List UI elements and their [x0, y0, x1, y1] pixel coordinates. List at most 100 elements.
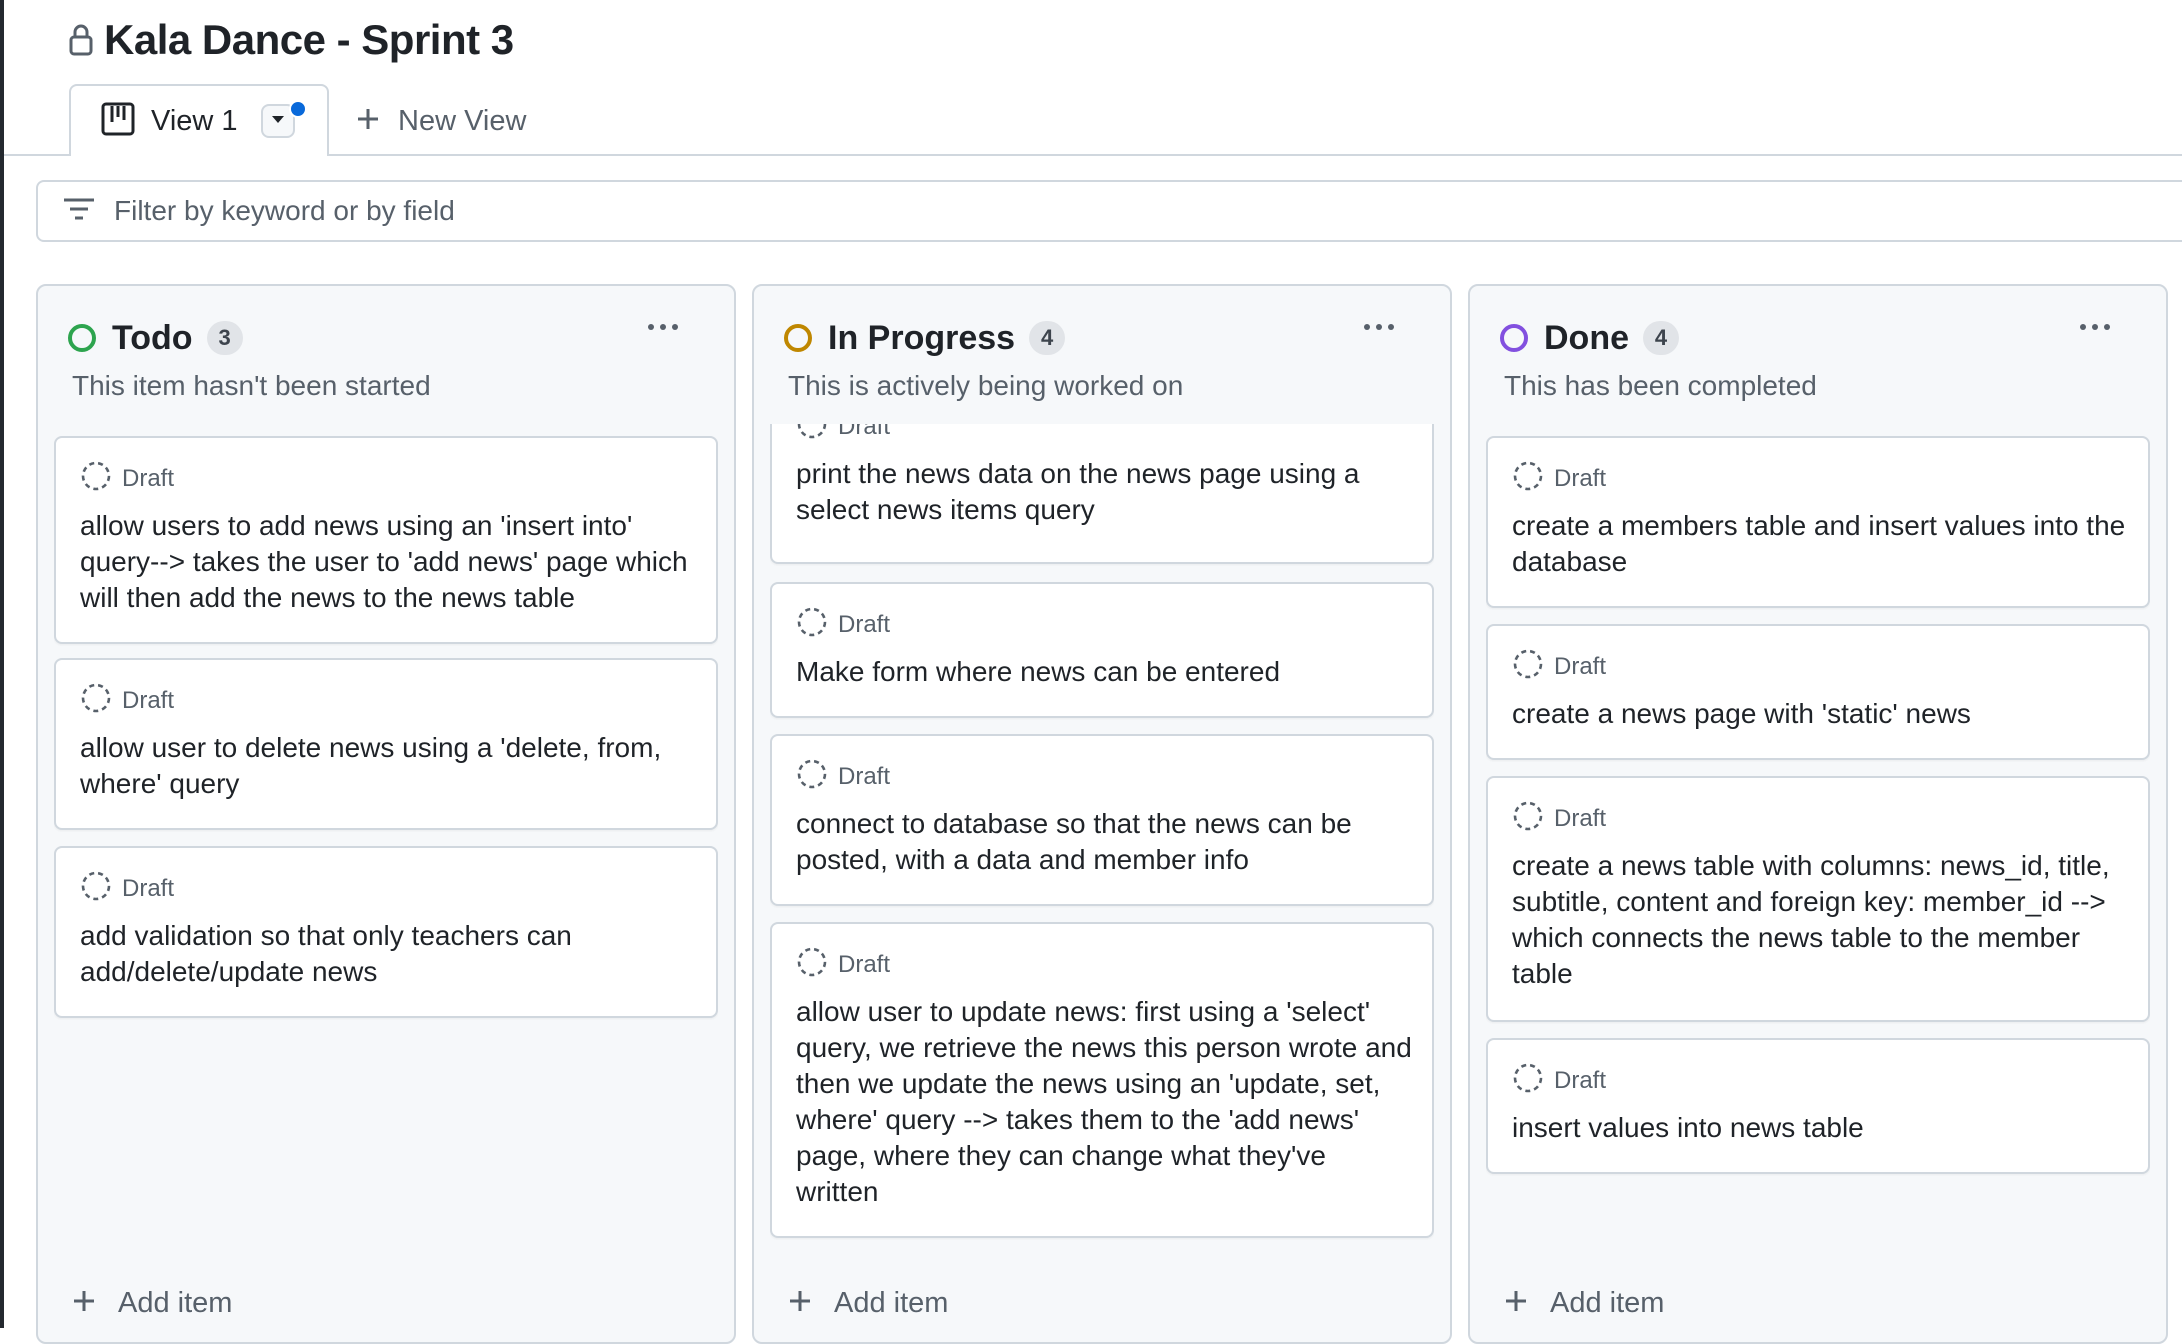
add-item-button[interactable]: Add item [1504, 1287, 1664, 1320]
card-type: Draft [796, 758, 890, 795]
card-type: Draft [80, 460, 174, 497]
card-type: Draft [80, 682, 174, 719]
column-title: In Progress [828, 318, 1016, 357]
issue-draft-icon [1512, 460, 1544, 497]
cards-list: Draft allow users to add news using an '… [54, 424, 718, 1262]
card[interactable]: Draft allow user to update news: first u… [770, 922, 1434, 1238]
card[interactable]: Draft Make form where news can be entere… [770, 582, 1434, 718]
card[interactable]: Draft add validation so that only teache… [54, 846, 718, 1018]
filter-bar [36, 180, 2182, 242]
card-type: Draft [1512, 1062, 1606, 1099]
status-circle-icon [1500, 324, 1528, 352]
column-description: This item hasn't been started [72, 370, 431, 401]
cards-list: Draft create a members table and insert … [1486, 424, 2150, 1262]
card-type: Draft [1512, 460, 1606, 497]
draft-label: Draft [1554, 652, 1607, 680]
window-edge [0, 0, 4, 1328]
card[interactable]: Draft allow user to delete news using a … [54, 658, 718, 830]
column-header: In Progress 4 [784, 314, 1066, 362]
issue-draft-icon [796, 758, 828, 795]
new-view-button[interactable]: New View [356, 96, 526, 146]
card-type: Draft [1512, 648, 1606, 685]
add-item-button[interactable]: Add item [788, 1287, 948, 1320]
card-title[interactable]: create a members table and insert values… [1512, 508, 2128, 580]
page-title: Kala Dance - Sprint 3 [104, 16, 514, 63]
issue-draft-icon [80, 682, 112, 719]
triangle-down-icon [271, 112, 285, 130]
card-title[interactable]: allow users to add news using an 'insert… [80, 508, 696, 616]
status-circle-icon [68, 324, 96, 352]
draft-label: Draft [122, 874, 175, 902]
card-type: Draft [796, 606, 890, 643]
draft-label: Draft [838, 762, 891, 790]
card-type: Draft [80, 870, 174, 907]
add-item-label: Add item [118, 1287, 233, 1319]
card-title[interactable]: insert values into news table [1512, 1110, 2128, 1146]
add-item-label: Add item [834, 1287, 949, 1319]
tab-label: View 1 [151, 104, 238, 137]
card[interactable]: Draft create a news table with columns: … [1486, 776, 2150, 1022]
draft-label: Draft [838, 950, 891, 978]
filter-input[interactable] [112, 194, 1916, 228]
card-type: Draft [1512, 800, 1606, 837]
card[interactable]: Draft insert values into news table [1486, 1038, 2150, 1174]
item-count-badge: 4 [1643, 321, 1679, 355]
draft-label: Draft [1554, 804, 1607, 832]
column-title: Done [1544, 318, 1629, 357]
card[interactable]: Draft allow users to add news using an '… [54, 436, 718, 644]
issue-draft-icon [1512, 800, 1544, 837]
draft-label: Draft [1554, 1066, 1607, 1094]
column-menu-button[interactable] [640, 316, 686, 338]
draft-label: Draft [1554, 464, 1607, 492]
cards-list: Draft print the news data on the news pa… [770, 424, 1434, 1262]
issue-draft-icon [796, 946, 828, 983]
card-title[interactable]: allow user to delete news using a 'delet… [80, 730, 696, 802]
card[interactable]: Draft create a members table and insert … [1486, 436, 2150, 608]
card-title[interactable]: print the news data on the news page usi… [796, 456, 1412, 528]
issue-draft-icon [796, 424, 828, 445]
issue-draft-icon [796, 606, 828, 643]
card-title[interactable]: create a news table with columns: news_i… [1512, 848, 2128, 992]
card-title[interactable]: add validation so that only teachers can… [80, 918, 696, 990]
column-description: This is actively being worked on [788, 370, 1184, 401]
draft-label: Draft [838, 610, 891, 638]
card-type: Draft [796, 424, 890, 445]
card[interactable]: Draft create a news page with 'static' n… [1486, 624, 2150, 760]
card-title[interactable]: Make form where news can be entered [796, 654, 1412, 690]
column-menu-button[interactable] [1356, 316, 1402, 338]
column-header: Todo 3 [68, 314, 243, 362]
column-menu-button[interactable] [2072, 316, 2118, 338]
plus-icon [1504, 1289, 1528, 1318]
tab-view-1[interactable]: View 1 [69, 84, 329, 156]
card[interactable]: Draft print the news data on the news pa… [770, 424, 1434, 564]
new-view-label: New View [398, 104, 527, 137]
kebab-horizontal-icon [648, 324, 654, 330]
issue-draft-icon [1512, 1062, 1544, 1099]
draft-label: Draft [122, 464, 175, 492]
add-item-button[interactable]: Add item [72, 1287, 232, 1320]
card-title[interactable]: connect to database so that the news can… [796, 806, 1412, 878]
draft-label: Draft [838, 424, 891, 440]
tabs-divider [4, 154, 2182, 156]
status-circle-icon [784, 324, 812, 352]
column-in-progress: In Progress 4 This is actively being wor… [752, 284, 1452, 1344]
card-title[interactable]: allow user to update news: first using a… [796, 994, 1412, 1210]
column-todo: Todo 3 This item hasn't been started Dra… [36, 284, 736, 1344]
item-count-badge: 3 [206, 321, 243, 355]
issue-draft-icon [80, 870, 112, 907]
unsaved-changes-dot [289, 100, 307, 118]
column-title: Todo [112, 318, 193, 357]
draft-label: Draft [122, 686, 175, 714]
issue-draft-icon [1512, 648, 1544, 685]
card-type: Draft [796, 946, 890, 983]
card-title[interactable]: create a news page with 'static' news [1512, 696, 2128, 732]
plus-icon [72, 1289, 96, 1318]
kebab-horizontal-icon [2080, 324, 2086, 330]
column-description: This has been completed [1504, 370, 1817, 401]
project-header: Kala Dance - Sprint 3 [68, 12, 514, 68]
project-board-icon [101, 102, 135, 141]
lock-icon [68, 23, 94, 57]
card[interactable]: Draft connect to database so that the ne… [770, 734, 1434, 906]
plus-icon [356, 107, 380, 136]
plus-icon [788, 1289, 812, 1318]
